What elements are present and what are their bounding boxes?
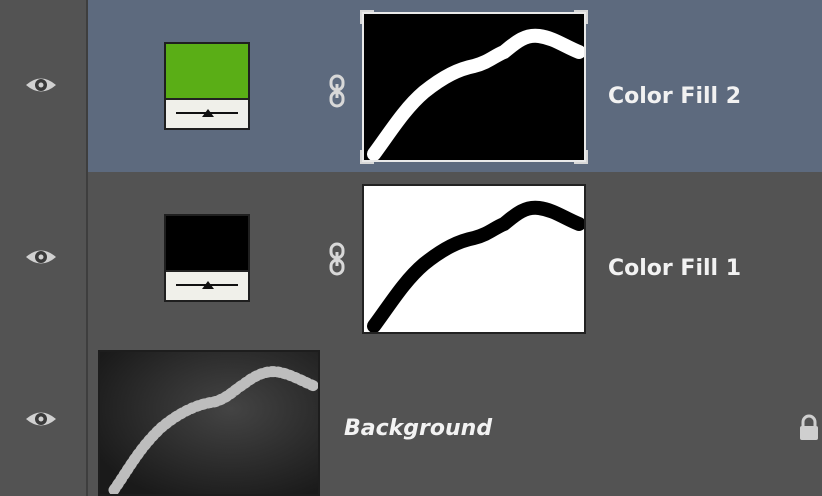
layer-row-background[interactable]: Background	[0, 338, 822, 496]
mask-shape	[367, 200, 586, 333]
visibility-column	[0, 338, 88, 496]
visibility-column	[0, 172, 88, 338]
link-icon[interactable]	[327, 74, 347, 108]
layer-mask-thumbnail[interactable]	[360, 10, 588, 164]
layer-mask-thumbnail[interactable]	[362, 184, 586, 334]
link-icon[interactable]	[327, 242, 347, 276]
eye-icon[interactable]	[24, 408, 58, 430]
fill-color-swatch[interactable]	[164, 42, 250, 130]
layer-name[interactable]: Color Fill 2	[608, 84, 741, 109]
eye-icon[interactable]	[24, 246, 58, 268]
adjustment-bar	[166, 98, 248, 128]
fill-color	[166, 216, 248, 272]
background-thumbnail[interactable]	[98, 350, 320, 496]
fill-color	[166, 44, 248, 100]
layer-name[interactable]: Color Fill 1	[608, 256, 741, 281]
visibility-column	[0, 0, 88, 172]
layer-row-color-fill-2[interactable]: Color Fill 2	[0, 0, 822, 172]
layer-name[interactable]: Background	[344, 416, 492, 441]
background-image	[100, 352, 318, 494]
eye-icon[interactable]	[24, 74, 58, 96]
layers-panel: Color Fill 2 Color Fill 1 Background	[0, 0, 822, 496]
lock-icon[interactable]	[798, 414, 820, 442]
mask-shape	[367, 28, 586, 161]
adjustment-bar	[166, 270, 248, 300]
fill-color-swatch[interactable]	[164, 214, 250, 302]
layer-row-color-fill-1[interactable]: Color Fill 1	[0, 172, 822, 338]
